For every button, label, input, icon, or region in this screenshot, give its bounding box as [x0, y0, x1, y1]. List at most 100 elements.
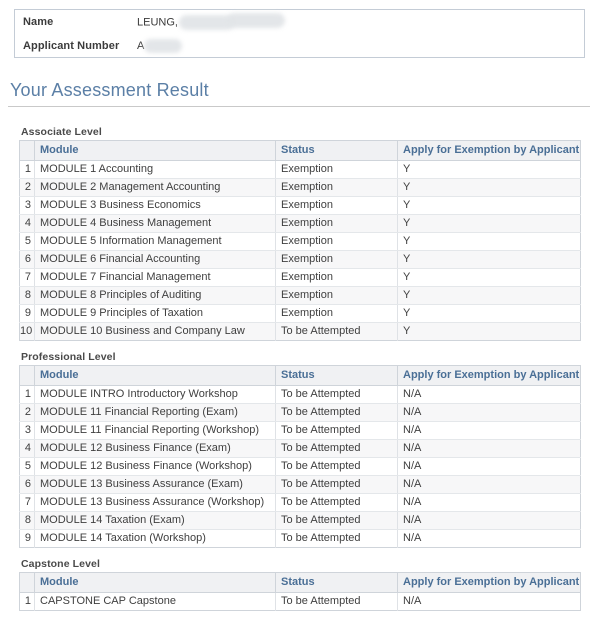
apply-exemption-cell: Y	[397, 232, 581, 251]
apply-exemption-cell: N/A	[397, 511, 581, 530]
status-cell: To be Attempted	[275, 592, 398, 611]
table-row: 9 MODULE 9 Principles of Taxation Exemptio…	[19, 304, 581, 323]
table-row: 7 MODULE 13 Business Assurance (Workshop)…	[19, 493, 581, 512]
table-row: 7 MODULE 7 Financial Management Exemption Y	[19, 268, 581, 287]
row-index-cell: 1	[19, 592, 35, 611]
status-cell: To be Attempted	[275, 493, 398, 512]
row-index-cell: 5	[19, 457, 35, 476]
table-row: 4 MODULE 4 Business Management Exemption Y	[19, 214, 581, 233]
status-cell: Exemption	[275, 268, 398, 287]
status-cell: To be Attempted	[275, 421, 398, 440]
table-row: 2 MODULE 2 Management Accounting Exemption…	[19, 178, 581, 197]
row-index-cell: 9	[19, 304, 35, 323]
redaction-blob-name-second	[226, 12, 285, 28]
applicant-number-text: A	[137, 39, 145, 52]
column-header-apply: Apply for Exemption by Applicant	[397, 140, 581, 161]
table-header-row: Module Status Apply for Exemption by Appli…	[19, 140, 581, 161]
module-cell: MODULE INTRO Introductory Workshop	[34, 385, 276, 404]
table-row: 6 MODULE 13 Business Assurance (Exam) To b…	[19, 475, 581, 494]
row-index-cell: 2	[19, 178, 35, 197]
module-cell: MODULE 13 Business Assurance (Exam)	[34, 475, 276, 494]
column-header-index	[19, 572, 35, 593]
status-cell: Exemption	[275, 232, 398, 251]
module-cell: MODULE 6 Financial Accounting	[34, 250, 276, 269]
row-index-cell: 6	[19, 250, 35, 269]
row-index-cell: 8	[19, 511, 35, 530]
row-index-cell: 10	[19, 322, 35, 341]
row-index-cell: 3	[19, 421, 35, 440]
table-header-row: Module Status Apply for Exemption by Appli…	[19, 572, 581, 593]
module-cell: MODULE 2 Management Accounting	[34, 178, 276, 197]
table-row: 3 MODULE 3 Business Economics Exemption Y	[19, 196, 581, 215]
row-index-cell: 3	[19, 196, 35, 215]
apply-exemption-cell: N/A	[397, 457, 581, 476]
status-cell: Exemption	[275, 160, 398, 179]
table-row: 2 MODULE 11 Financial Reporting (Exam) To …	[19, 403, 581, 422]
applicant-number-row: Applicant Number A	[15, 34, 584, 58]
table-row: 9 MODULE 14 Taxation (Workshop) To be Atte…	[19, 529, 581, 548]
apply-exemption-cell: N/A	[397, 529, 581, 548]
status-cell: To be Attempted	[275, 457, 398, 476]
column-header-status: Status	[275, 572, 398, 593]
level-block: Capstone Level Module Status Apply for Exem…	[0, 558, 598, 611]
table-header-row: Module Status Apply for Exemption by Appli…	[19, 365, 581, 386]
row-index-cell: 4	[19, 214, 35, 233]
status-cell: Exemption	[275, 304, 398, 323]
applicant-number-value: A	[137, 39, 183, 53]
row-index-cell: 1	[19, 160, 35, 179]
column-header-module: Module	[34, 140, 276, 161]
module-cell: MODULE 14 Taxation (Workshop)	[34, 529, 276, 548]
apply-exemption-cell: N/A	[397, 493, 581, 512]
page-title: Your Assessment Result	[10, 80, 209, 100]
status-cell: To be Attempted	[275, 475, 398, 494]
table-row: 10 MODULE 10 Business and Company Law To b…	[19, 322, 581, 341]
row-index-cell: 6	[19, 475, 35, 494]
row-index-cell: 7	[19, 493, 35, 512]
apply-exemption-cell: Y	[397, 268, 581, 287]
column-header-index	[19, 140, 35, 161]
row-index-cell: 2	[19, 403, 35, 422]
applicant-name-value: LEUNG,	[137, 12, 285, 30]
table-row: 4 MODULE 12 Business Finance (Exam) To be …	[19, 439, 581, 458]
applicant-name-row: Name LEUNG,	[15, 10, 584, 34]
apply-exemption-cell: Y	[397, 322, 581, 341]
row-index-cell: 9	[19, 529, 35, 548]
level-title: Associate Level	[21, 126, 102, 138]
applicant-info-box: Name LEUNG, Applicant Number A	[14, 9, 585, 58]
table-row: 8 MODULE 14 Taxation (Exam) To be Attempte…	[19, 511, 581, 530]
module-cell: MODULE 8 Principles of Auditing	[34, 286, 276, 305]
level-block: Professional Level Module Status Apply for …	[0, 351, 598, 548]
module-cell: MODULE 9 Principles of Taxation	[34, 304, 276, 323]
table-row: 8 MODULE 8 Principles of Auditing Exemptio…	[19, 286, 581, 305]
column-header-status: Status	[275, 140, 398, 161]
column-header-apply: Apply for Exemption by Applicant	[397, 365, 581, 386]
apply-exemption-cell: N/A	[397, 475, 581, 494]
apply-exemption-cell: Y	[397, 250, 581, 269]
status-cell: To be Attempted	[275, 529, 398, 548]
results-table: Module Status Apply for Exemption by Appli…	[19, 140, 581, 341]
apply-exemption-cell: Y	[397, 160, 581, 179]
module-cell: MODULE 3 Business Economics	[34, 196, 276, 215]
row-index-cell: 1	[19, 385, 35, 404]
module-cell: MODULE 11 Financial Reporting (Workshop)	[34, 421, 276, 440]
status-cell: To be Attempted	[275, 439, 398, 458]
row-index-cell: 5	[19, 232, 35, 251]
apply-exemption-cell: Y	[397, 196, 581, 215]
status-cell: Exemption	[275, 250, 398, 269]
applicant-number-label: Applicant Number	[23, 40, 120, 52]
assessment-sections: Associate Level Module Status Apply for Exe…	[0, 126, 598, 621]
level-title: Capstone Level	[21, 558, 101, 570]
row-index-cell: 4	[19, 439, 35, 458]
module-cell: MODULE 7 Financial Management	[34, 268, 276, 287]
row-index-cell: 7	[19, 268, 35, 287]
table-row: 1 MODULE INTRO Introductory Workshop To be…	[19, 385, 581, 404]
applicant-name-text: LEUNG,	[137, 15, 178, 28]
status-cell: Exemption	[275, 214, 398, 233]
apply-exemption-cell: Y	[397, 286, 581, 305]
module-cell: MODULE 11 Financial Reporting (Exam)	[34, 403, 276, 422]
module-cell: MODULE 4 Business Management	[34, 214, 276, 233]
table-row: 3 MODULE 11 Financial Reporting (Workshop…	[19, 421, 581, 440]
status-cell: To be Attempted	[275, 403, 398, 422]
results-table: Module Status Apply for Exemption by Appli…	[19, 365, 581, 548]
module-cell: MODULE 5 Information Management	[34, 232, 276, 251]
